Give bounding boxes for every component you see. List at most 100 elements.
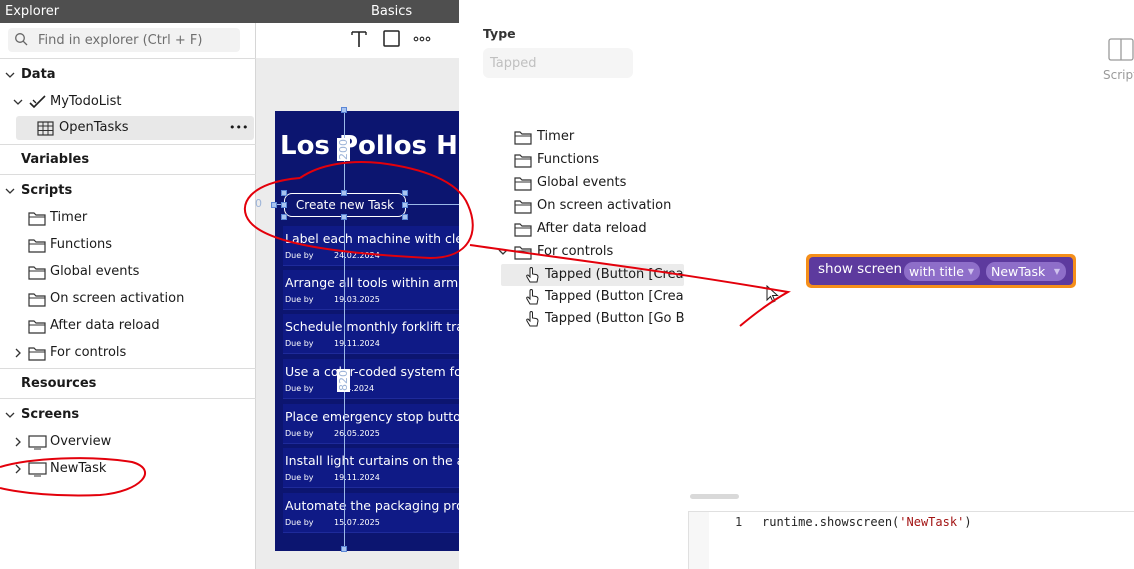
task-row[interactable]: Place emergency stop buttons Due by 26.0… — [283, 404, 459, 444]
tree-item-opentasks[interactable]: OpenTasks ••• — [16, 116, 254, 140]
task-title: Arrange all tools within arm's r — [285, 275, 459, 290]
explorer-titlebar: Explorer Basics — [0, 0, 459, 23]
tree-item-after-data-reload[interactable]: After data reload — [0, 314, 256, 338]
explorer-search[interactable] — [8, 28, 240, 52]
tree-item-label: Functions — [50, 237, 113, 252]
alignment-guide — [344, 108, 345, 552]
text-icon[interactable] — [348, 29, 370, 49]
resize-handle[interactable] — [341, 107, 347, 113]
task-title: Use a color-coded system for t — [285, 364, 459, 379]
folder-icon — [514, 246, 532, 260]
resize-handle[interactable] — [271, 202, 277, 208]
section-scripts-label: Scripts — [21, 183, 73, 198]
folder-icon — [28, 320, 46, 334]
code-editor[interactable]: 1 runtime.showscreen('NewTask') — [688, 511, 1134, 569]
folder-icon — [514, 131, 532, 145]
block-value-label: NewTask — [991, 264, 1046, 279]
task-row[interactable]: Schedule monthly forklift train Due by 1… — [283, 314, 459, 354]
show-screen-block[interactable]: show screen with title ▼ NewTask ▼ — [806, 254, 1076, 288]
tree-item-label: MyTodoList — [50, 94, 122, 109]
task-title: Install light curtains on the ass — [285, 453, 459, 468]
block-value-dropdown[interactable]: NewTask ▼ — [986, 262, 1066, 281]
type-field[interactable]: Tapped — [483, 48, 633, 78]
task-title: Schedule monthly forklift train — [285, 319, 459, 334]
tree-item-on-screen-activation[interactable]: On screen activation — [0, 287, 256, 311]
tree-item-mytodolist[interactable]: MyTodoList — [0, 90, 256, 114]
editor-gutter — [689, 512, 709, 569]
section-screens[interactable]: Screens — [0, 403, 256, 427]
task-due-label: Due by — [285, 251, 314, 260]
task-due-label: Due by — [285, 295, 314, 304]
code-string: 'NewTask' — [899, 515, 965, 529]
tree-item-timer[interactable]: Timer — [0, 206, 256, 230]
resize-handle[interactable] — [281, 202, 287, 208]
task-due-label: Due by — [285, 339, 314, 348]
folder-icon — [514, 154, 532, 168]
event-handlers: Tapped (Button [Create Tapped (Button [C… — [501, 264, 684, 330]
event-folder-label: After data reload — [537, 221, 647, 236]
box-icon[interactable] — [381, 29, 403, 49]
search-input[interactable] — [38, 31, 233, 49]
tree-item-for-controls[interactable]: For controls — [0, 341, 256, 365]
chevron-right-icon[interactable] — [13, 457, 25, 490]
task-row[interactable]: Label each machine with clear Due by 24.… — [283, 226, 459, 266]
task-due-date: 19.03.2025 — [334, 295, 380, 304]
block-keyword: show screen — [818, 261, 903, 277]
task-due-date: 19.11.2024 — [334, 339, 380, 348]
basics-tab[interactable]: Basics — [371, 4, 412, 19]
section-scripts[interactable]: Scripts — [0, 179, 256, 203]
chevron-right-icon[interactable] — [13, 341, 25, 374]
resize-handle[interactable] — [402, 190, 408, 196]
block-param-dropdown[interactable]: with title ▼ — [904, 262, 980, 281]
scripts-tab-label: Scripts — [1103, 68, 1134, 82]
table-icon — [37, 121, 54, 136]
resize-handle[interactable] — [341, 190, 347, 196]
more-options-icon[interactable]: ••• — [229, 116, 248, 140]
resize-handle[interactable] — [402, 214, 408, 220]
chevron-down-icon[interactable] — [498, 247, 508, 257]
panel-icon — [1108, 38, 1134, 61]
task-due-label: Due by — [285, 518, 314, 527]
code-line[interactable]: runtime.showscreen('NewTask') — [762, 515, 972, 529]
section-resources-label: Resources — [21, 376, 97, 391]
event-handler-label: Tapped (Button [Go Bacl — [545, 311, 684, 326]
task-row[interactable]: Automate the packaging proce Due by 15.0… — [283, 493, 459, 533]
dimension-label: 0 — [255, 197, 262, 210]
tree-item-overview[interactable]: Overview — [0, 430, 256, 454]
folder-icon — [28, 212, 46, 226]
divider — [0, 144, 256, 145]
section-screens-label: Screens — [21, 407, 80, 422]
resize-handle[interactable] — [341, 546, 347, 552]
tree-item-newtask[interactable]: NewTask — [0, 457, 256, 481]
block-body: show screen with title ▼ NewTask ▼ — [809, 257, 1073, 285]
screen-icon — [28, 462, 47, 477]
search-icon — [15, 33, 28, 46]
section-variables[interactable]: Variables — [0, 148, 256, 172]
resize-handle[interactable] — [281, 190, 287, 196]
task-due-label: Due by — [285, 384, 314, 393]
resize-handle[interactable] — [341, 214, 347, 220]
scripts-tab[interactable]: Scripts — [1101, 38, 1134, 88]
dimension-label: 820 — [337, 369, 350, 392]
tree-item-global-events[interactable]: Global events — [0, 260, 256, 284]
task-title: Place emergency stop buttons — [285, 409, 459, 424]
tree-item-label: For controls — [50, 345, 127, 360]
dimension-label: 200 — [337, 138, 350, 161]
resize-handle[interactable] — [281, 214, 287, 220]
horizontal-scrollbar[interactable] — [690, 494, 739, 499]
task-row[interactable]: Install light curtains on the ass Due by… — [283, 448, 459, 488]
divider — [0, 368, 256, 369]
tree-item-functions[interactable]: Functions — [0, 233, 256, 257]
event-folder-label: For controls — [537, 244, 614, 259]
task-row[interactable]: Arrange all tools within arm's r Due by … — [283, 270, 459, 310]
task-row[interactable]: Use a color-coded system for t Due by 04… — [283, 359, 459, 399]
section-data[interactable]: Data — [0, 63, 256, 87]
folder-icon — [28, 347, 46, 361]
divider — [0, 398, 256, 399]
type-value: Tapped — [490, 56, 537, 71]
folder-icon — [28, 293, 46, 307]
task-due-date: 15.07.2025 — [334, 518, 380, 527]
section-resources[interactable]: Resources — [0, 372, 256, 396]
more-icon[interactable] — [411, 29, 433, 49]
resize-handle[interactable] — [402, 202, 408, 208]
